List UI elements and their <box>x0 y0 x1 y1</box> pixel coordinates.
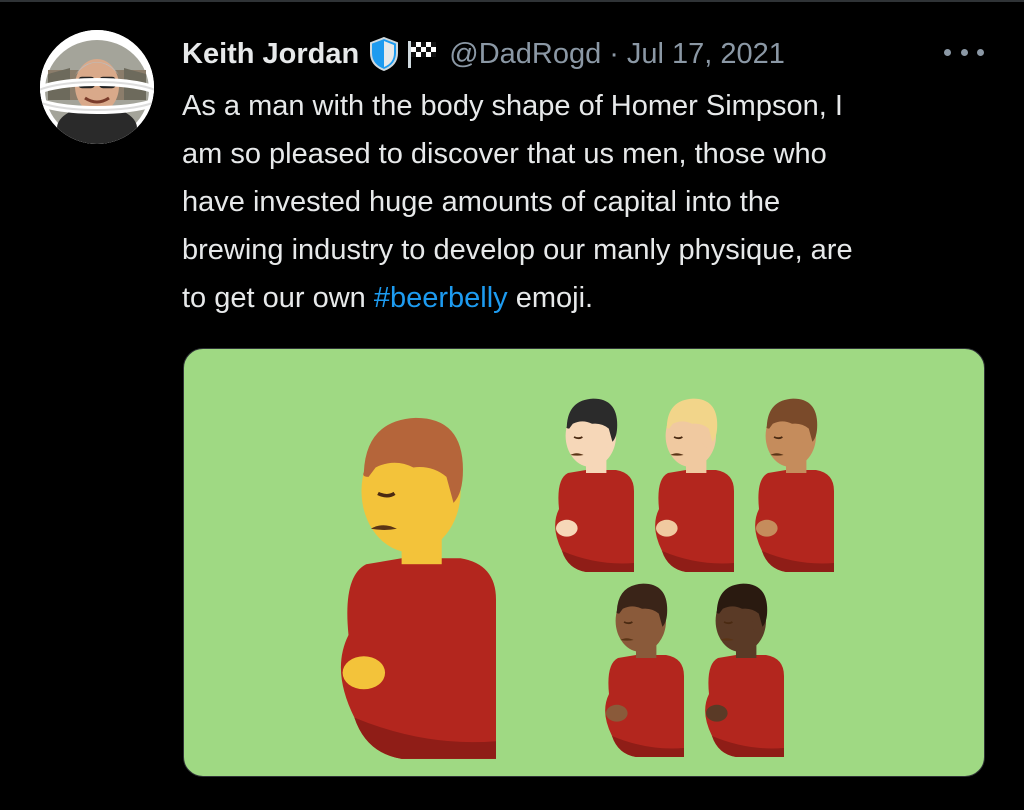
tweet-text-line: am so pleased to discover that us men, t… <box>182 138 827 170</box>
tweet-text-line: have invested huge amounts of capital in… <box>182 186 781 218</box>
hashtag-link[interactable]: #beerbelly <box>374 282 508 314</box>
tweet-text-line: to get our own #beerbelly emoji. <box>182 274 1002 322</box>
text-suffix: emoji. <box>507 282 594 314</box>
chequered-flag-icon <box>405 39 439 69</box>
tweet-text-line: As a man with the body shape of Homer Si… <box>182 90 843 122</box>
emoji-figure <box>555 398 634 572</box>
tweet-card[interactable]: Keith Jordan @DadRogd · Jul 17, 2021 As … <box>0 0 1024 810</box>
pregnant-man-emoji-illustration <box>340 398 834 759</box>
more-dot <box>960 48 968 56</box>
emoji-figure <box>705 583 784 757</box>
separator-dot: · <box>609 37 619 70</box>
emoji-figure <box>655 398 734 572</box>
emoji-figure-large <box>340 417 496 759</box>
tweet-media-image[interactable] <box>183 348 985 777</box>
more-options-icon[interactable] <box>944 42 984 62</box>
more-dot <box>977 48 984 56</box>
author-name[interactable]: Keith Jordan <box>182 38 359 71</box>
text-prefix: to get our own <box>182 282 374 314</box>
tweet-header: Keith Jordan @DadRogd · Jul 17, 2021 <box>182 34 785 74</box>
more-dot <box>944 48 951 56</box>
emoji-figure <box>755 398 834 572</box>
verified-shield-icon <box>369 36 399 72</box>
tweet-text: As a man with the body shape of Homer Si… <box>182 82 1002 322</box>
tweet-text-line: brewing industry to develop our manly ph… <box>182 234 853 266</box>
tweet-date[interactable]: Jul 17, 2021 <box>627 38 785 71</box>
emoji-figure <box>605 583 684 757</box>
avatar[interactable] <box>40 30 154 144</box>
author-handle[interactable]: @DadRogd <box>449 38 601 71</box>
